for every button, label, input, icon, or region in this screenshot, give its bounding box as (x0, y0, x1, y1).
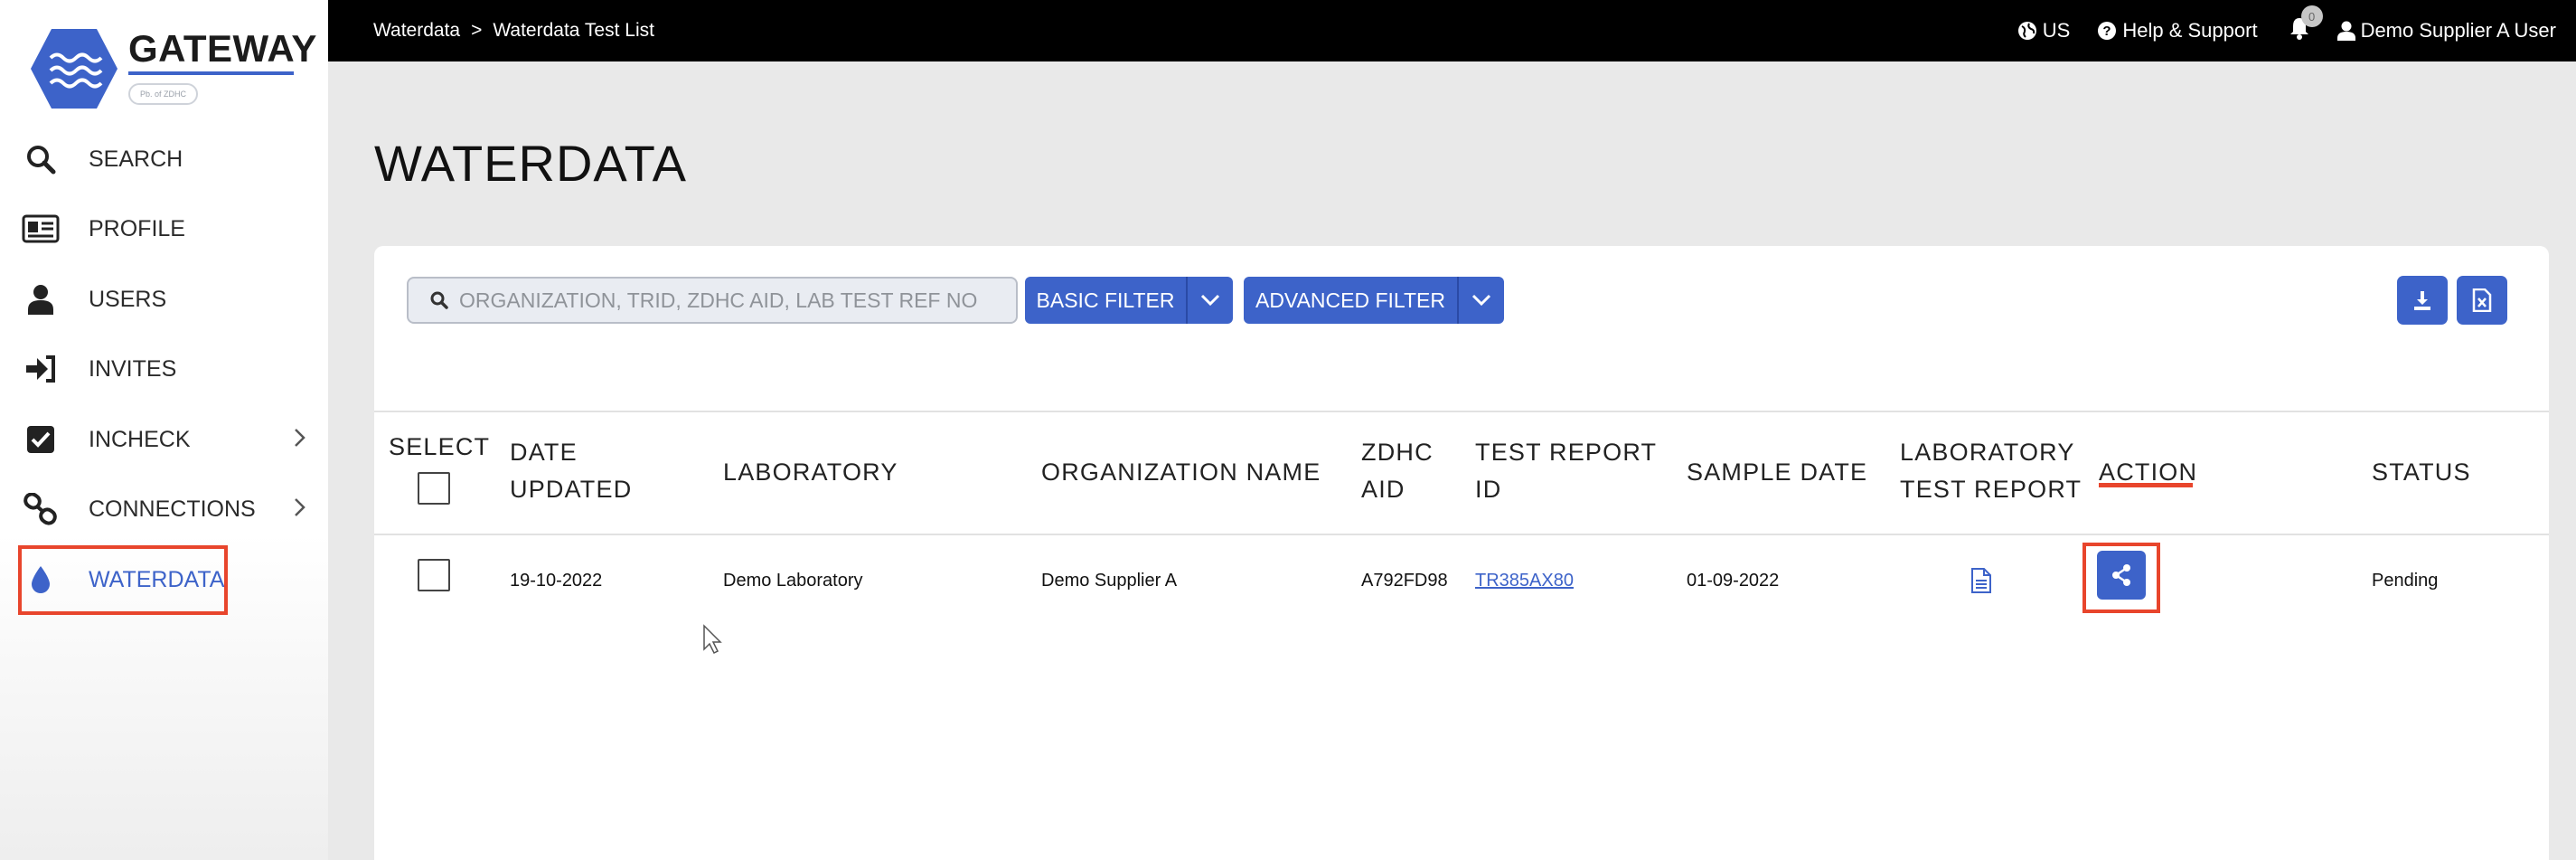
cell-date-updated: 19-10-2022 (510, 570, 603, 591)
cell-test-report-id: TR385AX80 (1475, 566, 1574, 595)
brand-name: GATEWAY (128, 27, 317, 70)
chevron-right-icon (295, 498, 306, 516)
sidebar-item-users[interactable]: USERS (18, 275, 316, 324)
page-title: WATERDATA (374, 135, 688, 192)
header-laboratory[interactable]: LABORATORY (723, 454, 898, 491)
user-icon (2336, 21, 2355, 41)
export-excel-button[interactable] (2457, 276, 2507, 325)
search-icon (430, 291, 448, 309)
document-icon (1971, 568, 1991, 593)
row-select-checkbox[interactable] (418, 559, 450, 591)
highlight-action-underline (2099, 483, 2193, 487)
sidebar: GATEWAY Pb. of ZDHC SEARCH PROFILE USERS… (0, 0, 328, 860)
breadcrumb: Waterdata > Waterdata Test List (373, 0, 654, 61)
notification-count: 0 (2300, 5, 2323, 27)
header-organization-name[interactable]: ORGANIZATION NAME (1041, 454, 1321, 491)
mouse-cursor-icon (703, 624, 722, 655)
advanced-filter-button[interactable]: ADVANCED FILTER (1244, 277, 1457, 324)
breadcrumb-separator: > (471, 20, 483, 41)
header-status[interactable]: STATUS (2372, 454, 2471, 491)
user-menu[interactable]: Demo Supplier A User (2336, 19, 2556, 43)
share-icon (2112, 564, 2130, 586)
advanced-filter-group: ADVANCED FILTER (1244, 277, 1504, 324)
cell-status: Pending (2372, 570, 2439, 591)
sidebar-item-label: CONNECTIONS (89, 496, 256, 522)
download-icon (2414, 291, 2430, 310)
table-header-border (374, 534, 2549, 535)
gateway-logo-icon[interactable] (29, 25, 119, 112)
sidebar-item-search[interactable]: SEARCH (18, 135, 316, 184)
cell-organization-name: Demo Supplier A (1041, 570, 1178, 591)
search-input[interactable] (459, 288, 1001, 313)
share-action-button[interactable] (2097, 551, 2146, 600)
sidebar-item-label: INVITES (89, 355, 177, 382)
checkbox-icon (22, 421, 60, 458)
header-laboratory-test-report[interactable]: LABORATORY TEST REPORT (1900, 434, 2082, 508)
sidebar-item-label: PROFILE (89, 215, 185, 241)
id-card-icon (22, 210, 60, 248)
basic-filter-button[interactable]: BASIC FILTER (1025, 277, 1186, 324)
user-icon (22, 280, 60, 318)
header-date-updated[interactable]: DATE UPDATED (510, 434, 632, 508)
svg-text:?: ? (2103, 24, 2111, 39)
help-support-label: Help & Support (2122, 19, 2258, 42)
user-name: Demo Supplier A User (2360, 19, 2556, 42)
header-sample-date[interactable]: SAMPLE DATE (1687, 454, 1867, 491)
cell-sample-date: 01-09-2022 (1687, 570, 1780, 591)
chevron-right-icon (295, 429, 306, 447)
region-selector[interactable]: US (2017, 19, 2071, 43)
link-icon (22, 490, 60, 528)
notifications-button[interactable]: 0 (2289, 5, 2323, 45)
sidebar-item-incheck[interactable]: INCHECK (18, 415, 316, 464)
chevron-down-icon (1200, 294, 1220, 307)
breadcrumb-test-list: Waterdata Test List (493, 20, 654, 41)
sidebar-item-connections[interactable]: CONNECTIONS (18, 485, 316, 534)
sidebar-item-label: USERS (89, 286, 167, 312)
region-label: US (2042, 19, 2071, 42)
sidebar-item-profile[interactable]: PROFILE (18, 204, 316, 253)
basic-filter-group: BASIC FILTER (1025, 277, 1233, 324)
search-box[interactable] (407, 277, 1018, 324)
brand-rule (128, 71, 294, 75)
highlight-waterdata (18, 545, 228, 615)
sidebar-item-label: INCHECK (89, 426, 191, 452)
sidebar-item-invites[interactable]: INVITES (18, 345, 316, 393)
cell-laboratory: Demo Laboratory (723, 570, 863, 591)
lab-report-document-button[interactable] (1970, 566, 1992, 595)
globe-icon (2017, 22, 2036, 40)
download-button[interactable] (2397, 276, 2448, 325)
header-test-report-id[interactable]: TEST REPORT ID (1475, 434, 1657, 508)
question-circle-icon: ? (2098, 22, 2117, 40)
chevron-down-icon (1471, 294, 1491, 307)
header-zdhc-aid[interactable]: ZDHC AID (1361, 434, 1434, 508)
sign-in-icon (22, 350, 60, 388)
header-select: SELECT (389, 433, 491, 460)
top-right-menu: US ? Help & Support 0 Demo Supplier A Us… (1990, 0, 2556, 61)
basic-filter-dropdown[interactable] (1186, 277, 1233, 324)
test-report-id-link[interactable]: TR385AX80 (1475, 571, 1574, 591)
cell-zdhc-aid: A792FD98 (1361, 570, 1448, 591)
advanced-filter-dropdown[interactable] (1457, 277, 1504, 324)
brand-tagline: Pb. of ZDHC (128, 83, 198, 105)
sidebar-item-label: SEARCH (89, 146, 183, 172)
table-top-border (374, 411, 2549, 412)
waterdata-table-card: BASIC FILTER ADVANCED FILTER SELECT DATE… (374, 246, 2549, 860)
top-bar: Waterdata > Waterdata Test List US ? Hel… (328, 0, 2576, 61)
select-all-checkbox[interactable] (418, 472, 450, 505)
breadcrumb-waterdata[interactable]: Waterdata (373, 20, 460, 42)
help-support-link[interactable]: ? Help & Support (2097, 19, 2258, 43)
search-icon (22, 140, 60, 178)
excel-icon (2472, 288, 2492, 312)
